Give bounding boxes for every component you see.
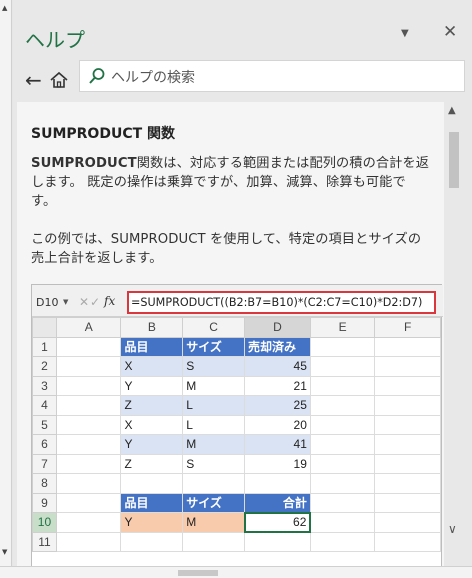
close-icon[interactable]: ✕ [443, 22, 457, 42]
scroll-down-icon[interactable]: ▼ [2, 548, 7, 556]
cell: X [120, 356, 184, 377]
table-row: 4 Z L 25 [32, 395, 441, 416]
row-header: 4 [32, 395, 57, 416]
row-header: 11 [32, 531, 57, 552]
cell: 21 [244, 375, 311, 396]
article-paragraph-2: この例では、SUMPRODUCT を使用して、特定の項目とサイズの 売上合計を返… [31, 232, 422, 266]
table-row: 5 X L 20 [32, 414, 441, 435]
chevron-down-icon: ▼ [63, 298, 69, 306]
scroll-down-icon[interactable]: ∨ [448, 522, 457, 536]
row-header: 9 [32, 492, 57, 513]
vertical-scrollbar[interactable]: ▲ ∨ [445, 102, 463, 566]
cell: Y [120, 375, 184, 396]
scroll-thumb[interactable] [178, 570, 218, 576]
table-row: 6 Y M 41 [32, 434, 441, 455]
row-header: 10 [32, 512, 57, 533]
excel-window-edge: ▲ ▼ [0, 0, 12, 566]
home-icon[interactable] [49, 70, 69, 90]
cell: L [182, 414, 245, 435]
screen: ▲ ▼ ヘルプ ▼ ✕ ← ヘルプの検索 SUMPRODUCT 関数 SUMPR… [0, 0, 472, 578]
horizontal-scrollbar[interactable] [0, 566, 472, 578]
cell: 20 [244, 414, 311, 435]
table-row: 11 [32, 531, 441, 552]
cell: Y [120, 512, 184, 533]
row-header: 6 [32, 434, 57, 455]
article-heading: SUMPRODUCT 関数 [31, 126, 176, 142]
scroll-up-icon[interactable]: ▲ [448, 105, 456, 116]
table-row: 9 品目 サイズ 合計 [32, 492, 441, 513]
cell: サイズ [182, 492, 245, 513]
formula-input: =SUMPRODUCT((B2:B7=B10)*(C2:C7=C10)*D2:D… [127, 291, 436, 314]
cell: M [182, 512, 245, 533]
column-header: C [182, 317, 245, 338]
help-pane: ヘルプ ▼ ✕ ← ヘルプの検索 SUMPRODUCT 関数 SUMPRODUC… [13, 0, 472, 566]
column-header: B [120, 317, 184, 338]
column-header: E [309, 317, 376, 338]
search-placeholder: ヘルプの検索 [111, 70, 195, 86]
formula-text: =SUMPRODUCT((B2:B7=B10)*(C2:C7=C10)*D2:D… [131, 296, 423, 309]
scroll-up-icon[interactable]: ▲ [2, 4, 7, 12]
search-icon [88, 67, 106, 85]
cell: 売却済み [244, 336, 311, 357]
cell: M [182, 375, 245, 396]
select-all-corner [32, 317, 57, 338]
table-row: 7 Z S 19 [32, 453, 441, 474]
row-header: 7 [32, 453, 57, 474]
check-icon: ✓ [90, 295, 101, 309]
table-row: 1 品目 サイズ 売却済み [32, 336, 441, 357]
article-panel: SUMPRODUCT 関数 SUMPRODUCT関数は、対応する範囲または配列の… [17, 102, 444, 566]
scroll-thumb[interactable] [449, 132, 459, 188]
excel-example-image: D10 ▼ ✕ ✓ fx =SUMPRODUCT((B2:B7=B10)*(C2… [31, 284, 443, 566]
table-row: 2 X S 45 [32, 356, 441, 377]
spreadsheet-grid: A B C D E F 1 品目 サイズ 売却済み 2 X S 45 3 Y M… [32, 317, 441, 552]
row-header: 3 [32, 375, 57, 396]
row-header: 5 [32, 414, 57, 435]
row-header: 8 [32, 473, 57, 494]
cell: 品目 [120, 336, 184, 357]
row-header: 1 [32, 336, 57, 357]
column-header: F [374, 317, 441, 338]
cell: S [182, 453, 245, 474]
table-row: 10 Y M 62 [32, 511, 441, 533]
cell: Z [120, 395, 184, 416]
cell: S [182, 356, 245, 377]
back-arrow-icon[interactable]: ← [25, 68, 42, 92]
pane-options-icon[interactable]: ▼ [401, 28, 409, 39]
column-header: D [244, 317, 311, 338]
cell: 品目 [120, 492, 184, 513]
pane-title: ヘルプ [25, 28, 85, 52]
function-icon: fx [104, 294, 116, 308]
cell: 41 [244, 434, 311, 455]
table-row: 3 Y M 21 [32, 375, 441, 396]
row-header: 2 [32, 356, 57, 377]
cell: Z [120, 453, 184, 474]
cell: L [182, 395, 245, 416]
table-row: 8 [32, 473, 441, 494]
cell: Y [120, 434, 184, 455]
formula-bar: D10 ▼ ✕ ✓ fx =SUMPRODUCT((B2:B7=B10)*(C2… [32, 285, 443, 317]
cell: サイズ [182, 336, 245, 357]
cell: X [120, 414, 184, 435]
cell: 19 [244, 453, 311, 474]
column-header: A [55, 317, 122, 338]
name-box: D10 [36, 296, 59, 309]
cell: 25 [244, 395, 311, 416]
cell: 合計 [244, 492, 311, 513]
cell: 45 [244, 356, 311, 377]
article-paragraph-1: SUMPRODUCT関数は、対応する範囲または配列の積の合計を返 します。 既定… [31, 156, 430, 209]
cancel-icon: ✕ [79, 295, 90, 309]
active-cell: 62 [243, 511, 312, 533]
search-box[interactable]: ヘルプの検索 [79, 60, 465, 92]
column-header-row: A B C D E F [32, 317, 441, 338]
function-name: SUMPRODUCT [31, 156, 137, 171]
cell: M [182, 434, 245, 455]
